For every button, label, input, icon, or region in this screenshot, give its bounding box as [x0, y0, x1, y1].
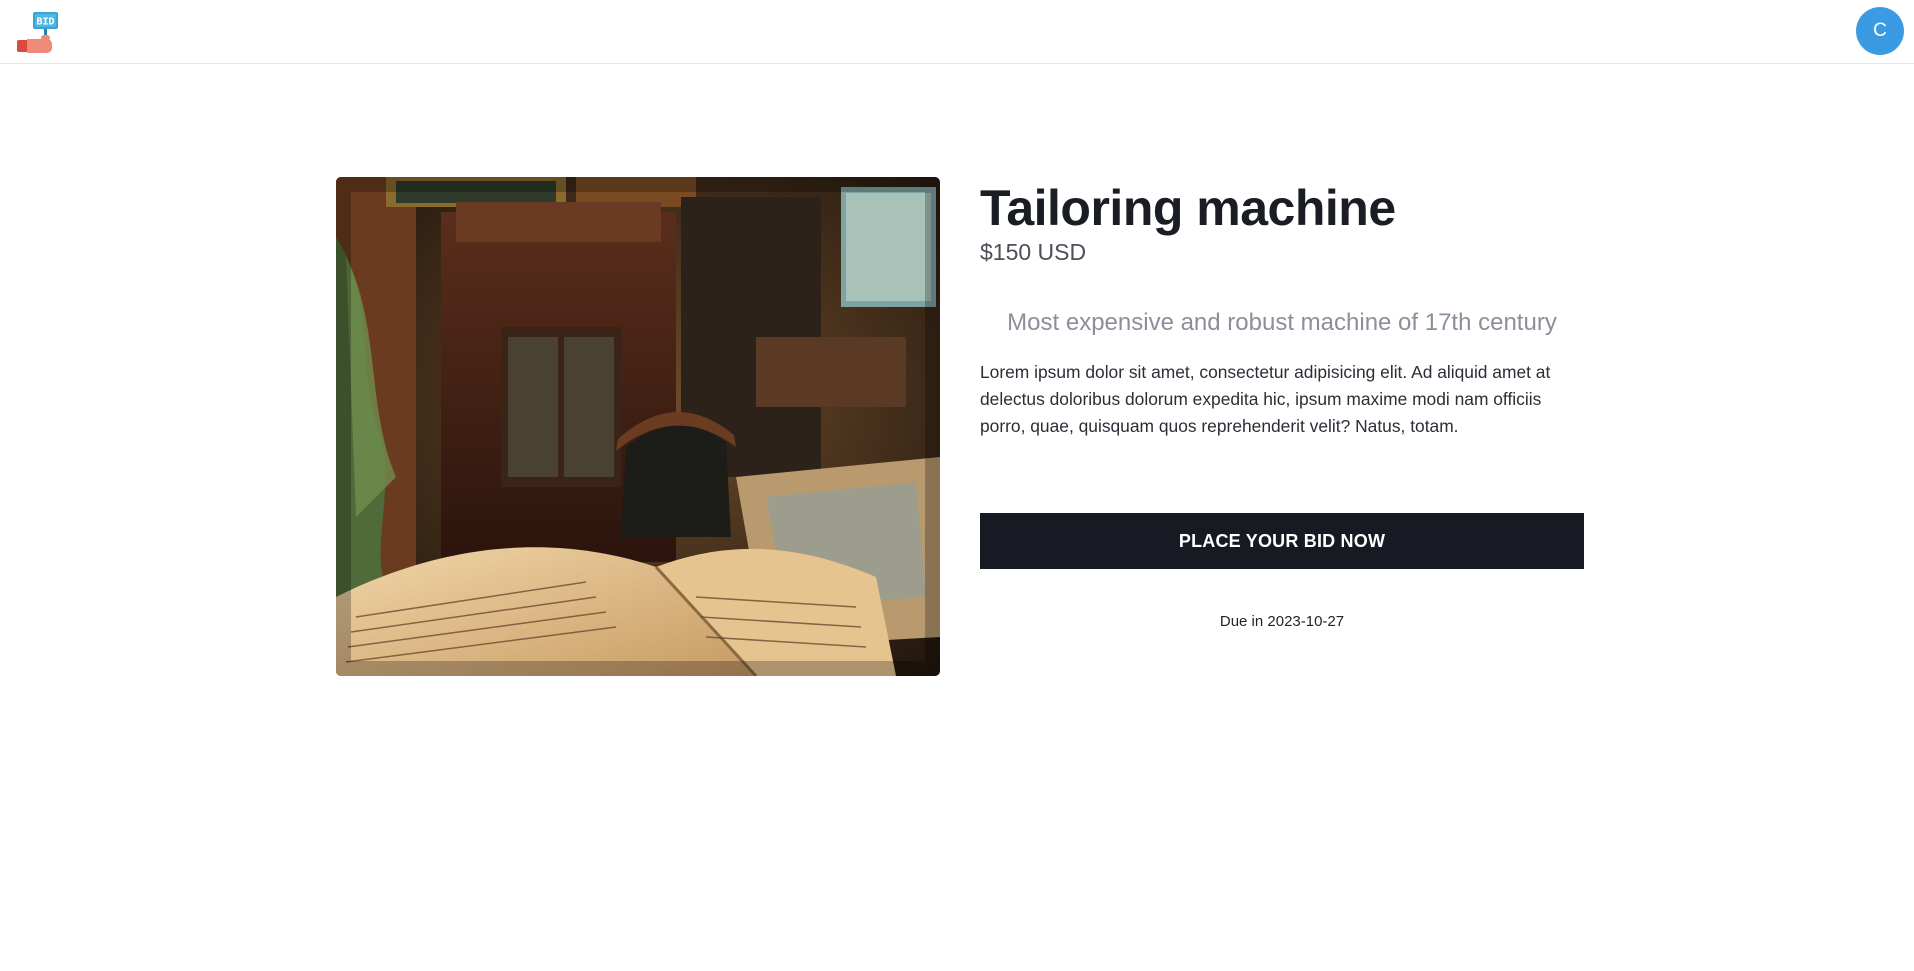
due-date: Due in 2023-10-27	[1219, 613, 1345, 630]
user-avatar[interactable]: C	[1856, 7, 1904, 55]
item-description: Lorem ipsum dolor sit amet, consectetur …	[980, 362, 1551, 436]
logo-text: BID	[36, 17, 54, 28]
item-details: Tailoring machine $150 USD Most expensiv…	[980, 177, 1584, 630]
item-title: Tailoring machine	[980, 180, 1396, 236]
bid-logo-icon[interactable]: BID	[14, 10, 60, 54]
top-navbar: BID C	[0, 0, 1914, 64]
item-price: $150 USD	[980, 239, 1087, 265]
item-subtitle: Most expensive and robust machine of 17t…	[1007, 309, 1557, 336]
place-bid-button[interactable]: PLACE YOUR BID NOW	[980, 513, 1584, 569]
item-photo	[336, 177, 940, 676]
